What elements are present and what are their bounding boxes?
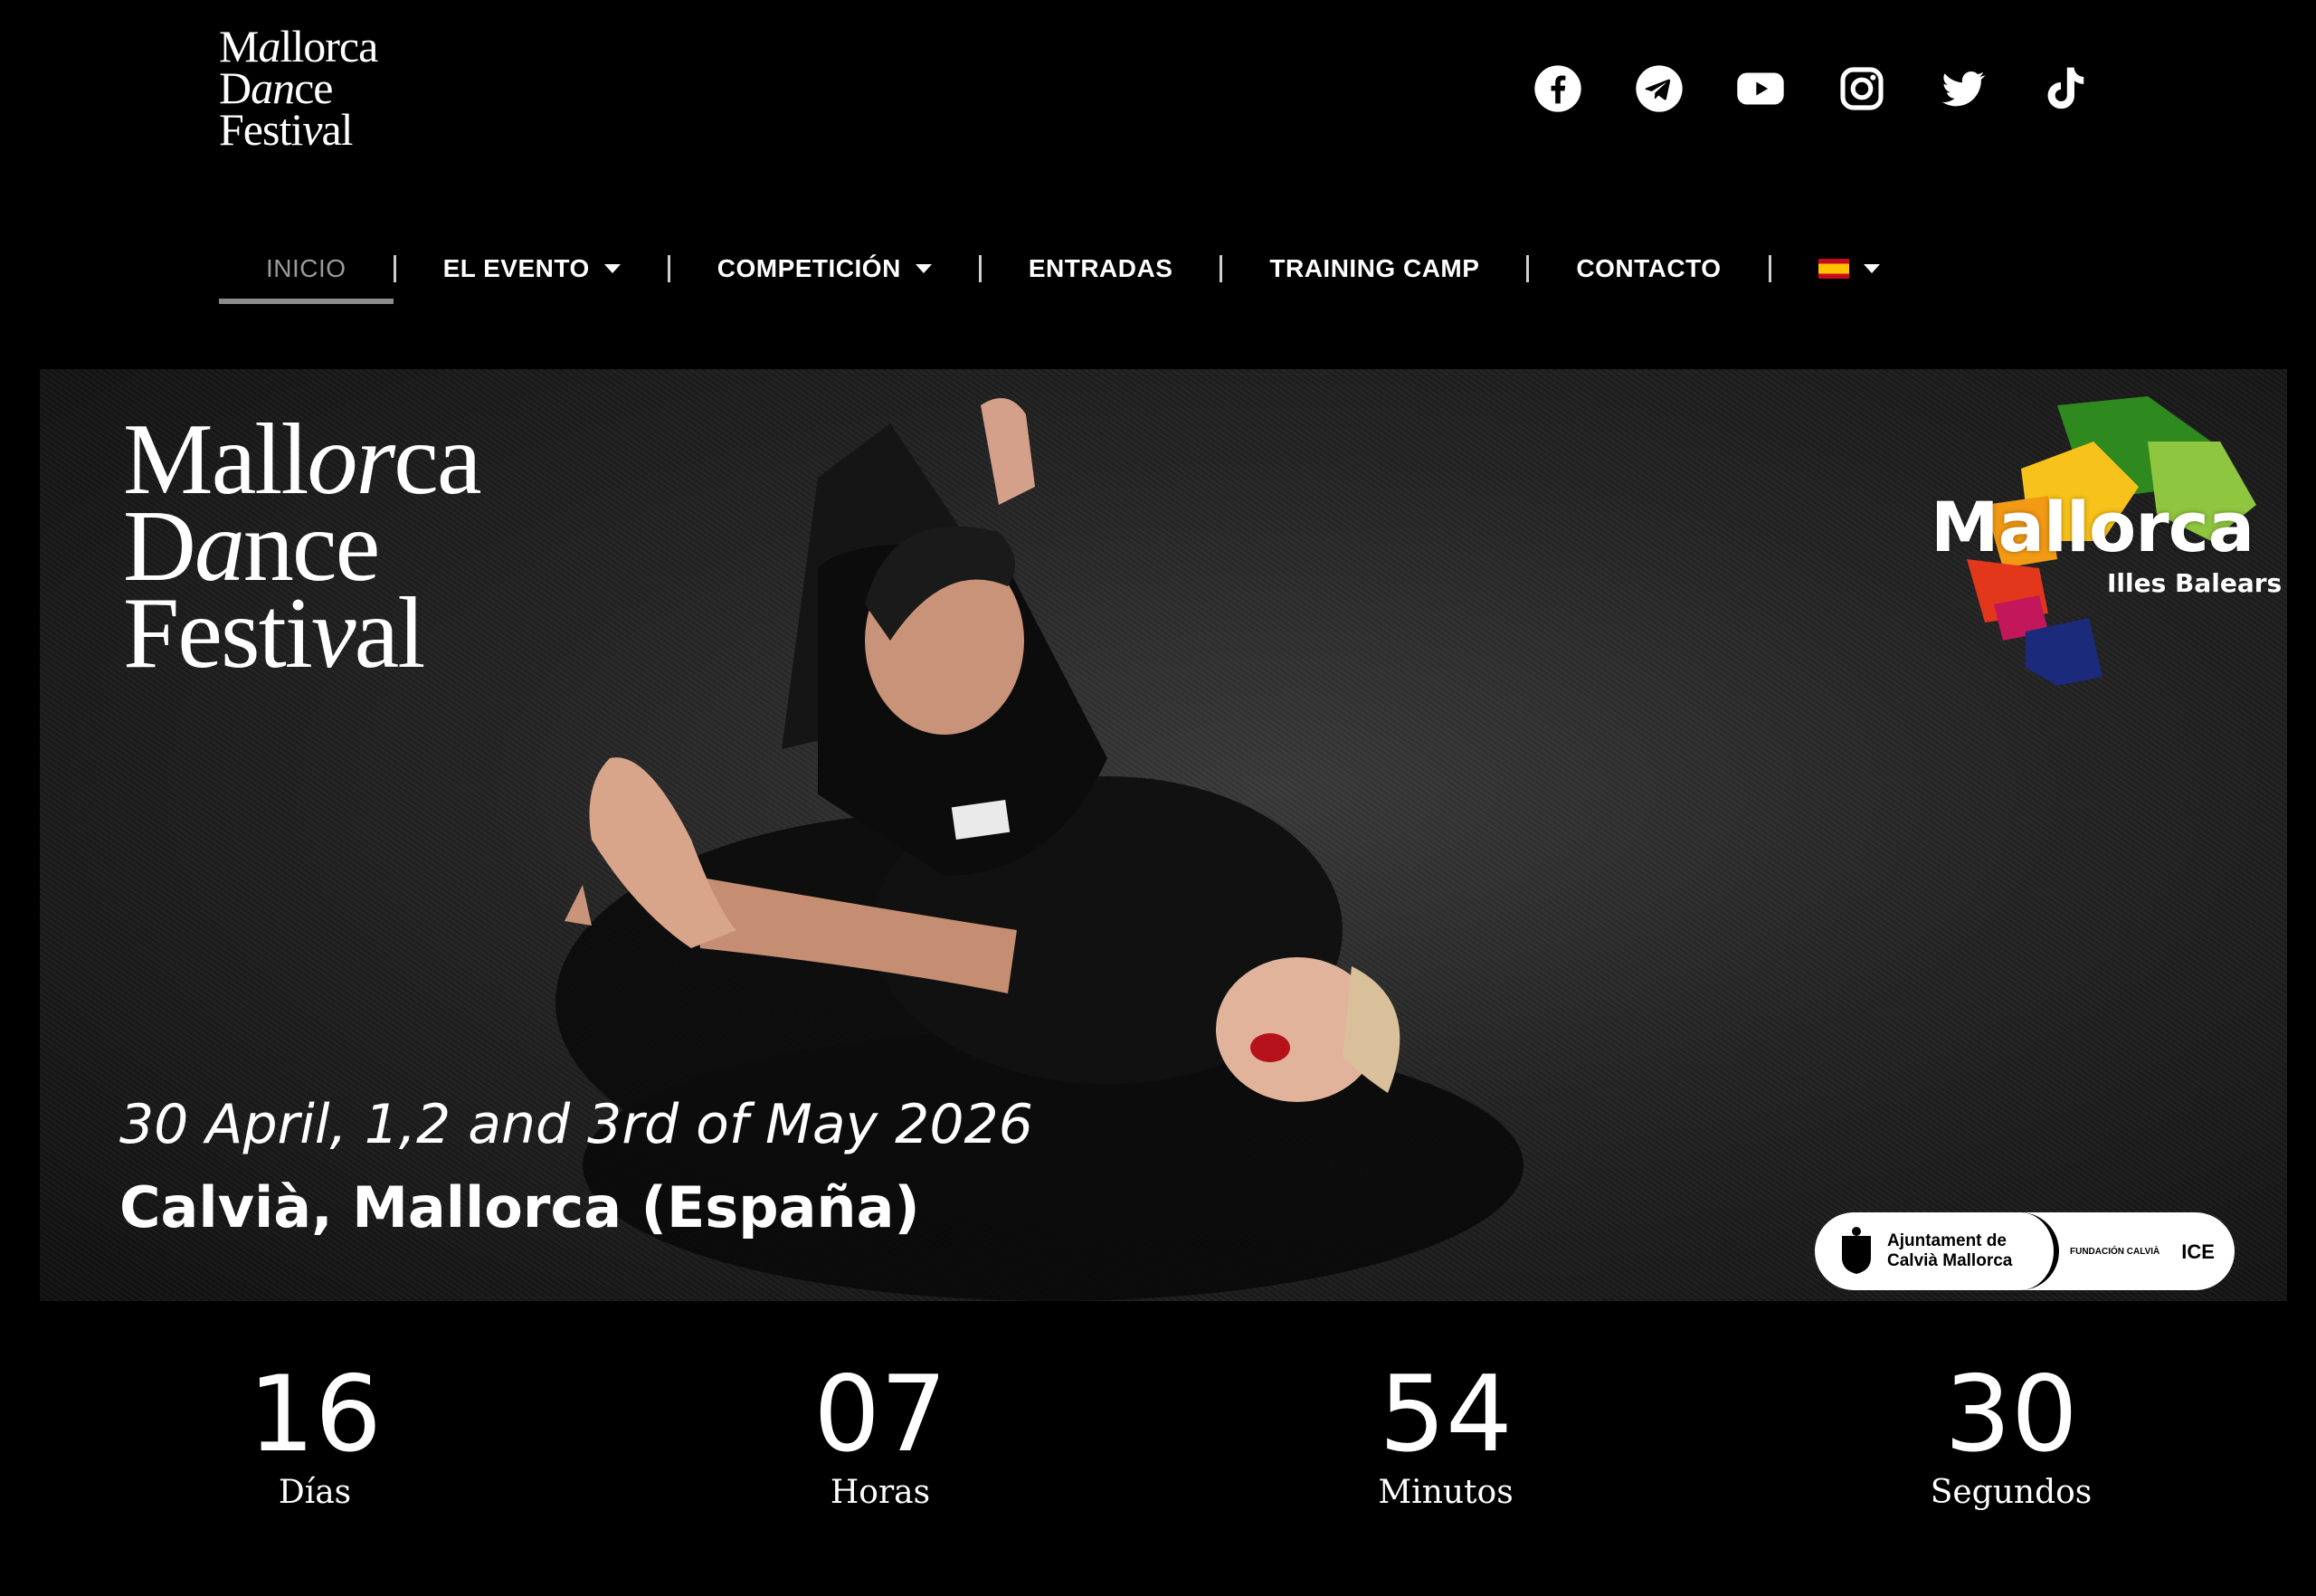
countdown: 16 Días 07 Horas 54 Minutos 30 Segundos [0,1357,2316,1538]
nav-label: COMPETICIÓN [717,254,901,282]
logo-line-2: Dance [219,62,334,113]
youtube-icon[interactable] [1735,63,1786,114]
sponsor-badge: Ajuntament de Calvià Mallorca FUNDACIÓN … [1815,1212,2235,1290]
countdown-label: Horas [830,1474,931,1511]
banner-logo: Mallorca Dance Festival [123,409,482,689]
nav-label: ENTRADAS [1028,254,1173,282]
countdown-label: Días [278,1474,352,1511]
mallorca-brand-text: Mallorca [1931,487,2254,567]
nav-label: CONTACTO [1576,254,1722,282]
banner-logo-line-3: Festival [123,577,425,689]
sponsor-partners: FUNDACIÓN CALVIÀ ICE [2059,1240,2235,1263]
countdown-minutes: 54 Minutos [1310,1357,1581,1513]
ajuntament-line-1: Ajuntament de [1887,1231,2007,1250]
tiktok-icon[interactable] [2039,63,2090,114]
nav-item-competicion[interactable]: COMPETICIÓN [670,237,979,300]
nav-item-inicio[interactable]: INICIO [219,237,394,304]
event-dates: 30 April, 1,2 and 3rd of May 2026 [119,1093,1033,1156]
nav-item-entradas[interactable]: ENTRADAS [982,237,1220,300]
nav-item-training-camp[interactable]: TRAINING CAMP [1222,237,1526,300]
site-logo[interactable]: Mallorca Dance Festival [219,21,378,155]
language-selector[interactable] [1771,237,1927,300]
fundacion-calvia-logo: FUNDACIÓN CALVIÀ [2070,1246,2160,1257]
ice-logo: ICE [2181,1240,2215,1263]
chevron-down-icon [915,264,932,273]
countdown-hours: 07 Horas [745,1357,1016,1513]
spain-flag-icon [1818,259,1849,279]
facebook-icon[interactable] [1533,63,1583,114]
event-location: Calvià, Mallorca (España) [119,1174,920,1240]
hero-banner: Mallorca Dance Festival Mallorca Illes B… [40,369,2287,1301]
nav-label: INICIO [266,254,346,282]
telegram-icon[interactable] [1634,63,1685,114]
instagram-icon[interactable] [1837,63,1887,114]
countdown-value: 54 [1379,1354,1513,1476]
twitter-icon[interactable] [1938,63,1989,114]
social-links [1533,63,2090,114]
nav-label: TRAINING CAMP [1269,254,1480,282]
countdown-days: 16 Días [179,1357,451,1513]
dancers-image [555,398,1523,1301]
countdown-seconds: 30 Segundos [1875,1357,2147,1513]
nav-label: EL EVENTO [442,254,590,282]
chevron-down-icon [1863,264,1880,273]
mallorca-brand-subtitle: Illes Balears [2107,568,2283,598]
logo-line-1: Mallorca [219,21,378,71]
calvia-shield-icon [1842,1227,1871,1274]
countdown-label: Minutos [1378,1474,1514,1511]
nav-item-contacto[interactable]: CONTACTO [1529,237,1768,300]
nav-item-el-evento[interactable]: EL EVENTO [396,237,668,300]
main-nav: INICIO EL EVENTO COMPETICIÓN ENTRADAS TR… [219,237,1927,304]
ajuntament-text: Ajuntament de Calvià Mallorca [1887,1231,2012,1271]
ajuntament-logo: Ajuntament de Calvià Mallorca [1815,1212,2059,1290]
ajuntament-line-2: Calvià Mallorca [1887,1251,2013,1270]
countdown-value: 30 [1944,1354,2078,1476]
chevron-down-icon [603,264,621,273]
countdown-label: Segundos [1930,1474,2093,1511]
countdown-value: 16 [248,1354,382,1476]
logo-line-3: Festival [219,104,354,155]
countdown-value: 07 [813,1354,947,1476]
